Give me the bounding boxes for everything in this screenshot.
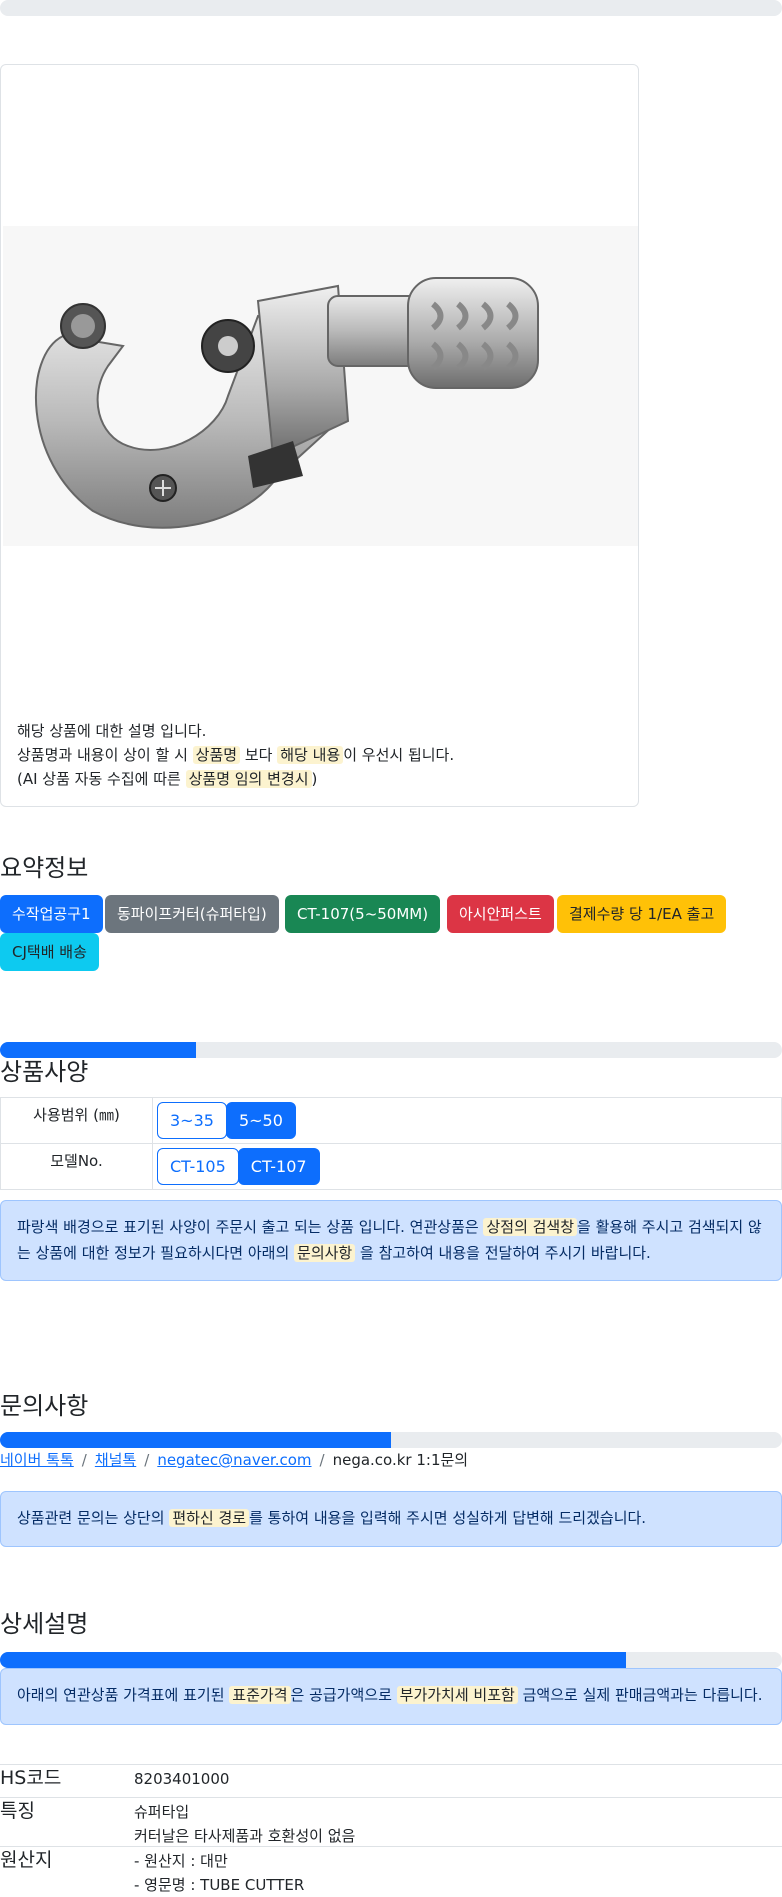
description-text: 이 우선시 됩니다.: [343, 746, 455, 764]
detail-value: 슈퍼타입 커터날은 타사제품과 호환성이 없음: [134, 1800, 355, 1848]
highlight-route: 편하신 경로: [169, 1509, 250, 1527]
description-text: 보다: [244, 746, 273, 764]
spec-label: 사용범위 (㎜): [0, 1097, 153, 1144]
notice-text: 아래의 연관상품 가격표에 표기된: [17, 1686, 225, 1704]
spec-label: 모델No.: [0, 1143, 153, 1190]
product-image: [3, 226, 638, 546]
spec-row-model: 모델No. CT-105 CT-107: [0, 1143, 782, 1190]
description-text: (AI 상품 자동 수집에 따른: [17, 770, 181, 788]
naver-talktalk-link[interactable]: 네이버 톡톡: [0, 1451, 74, 1469]
badge-model: CT-107(5~50MM): [285, 895, 441, 933]
separator: /: [81, 1451, 87, 1469]
channel-talk-link[interactable]: 채널톡: [95, 1451, 136, 1469]
inquiry-progress-fill: [0, 1432, 391, 1448]
description-line-3: (AI 상품 자동 수집에 따른 상품명 임의 변경시): [17, 767, 454, 791]
description-line-1: 해당 상품에 대한 설명 입니다.: [17, 722, 207, 740]
option-3-35[interactable]: 3~35: [157, 1102, 227, 1139]
spec-options: 3~35 5~50: [152, 1097, 782, 1144]
product-description: 해당 상품에 대한 설명 입니다. 상품명과 내용이 상이 할 시 상품명 보다…: [17, 719, 454, 791]
inquiry-title: 문의사항: [0, 1392, 89, 1420]
detail-value-line: 슈퍼타입: [134, 1803, 190, 1821]
top-progress-bar: [0, 0, 782, 16]
inquiry-notice: 상품관련 문의는 상단의 편하신 경로 를 통하여 내용을 입력해 주시면 성실하…: [0, 1491, 782, 1547]
spec-progress-bar: [0, 1042, 782, 1058]
detail-value: 8203401000: [134, 1767, 229, 1791]
detail-row-feature: 특징 슈퍼타입 커터날은 타사제품과 호환성이 없음: [0, 1797, 782, 1850]
highlight-standard-price: 표준가격: [229, 1686, 291, 1704]
spec-notice: 파랑색 배경으로 표기된 사양이 주문시 출고 되는 상품 입니다. 연관상품은…: [0, 1200, 782, 1281]
spec-options: CT-105 CT-107: [152, 1143, 782, 1190]
detail-value-line: - 영문명 : TUBE CUTTER: [134, 1876, 305, 1894]
detail-key: 특징: [0, 1800, 35, 1822]
detail-value-line: 커터날은 타사제품과 호환성이 없음: [134, 1827, 356, 1845]
notice-text: 금액으로 실제 판매금액과는 다릅니다.: [522, 1686, 763, 1704]
email-link[interactable]: negatec@naver.com: [157, 1451, 311, 1469]
description-line-2: 상품명과 내용이 상이 할 시 상품명 보다 해당 내용 이 우선시 됩니다.: [17, 743, 454, 767]
notice-text: 를 통하여 내용을 입력해 주시면 성실하게 답변해 드리겠습니다.: [249, 1509, 647, 1527]
detail-progress-fill: [0, 1652, 626, 1668]
description-text: ): [311, 770, 318, 788]
summary-title: 요약정보: [0, 854, 89, 882]
detail-key: 원산지: [0, 1849, 53, 1871]
badge-product-type: 동파이프커터(슈퍼타입): [105, 895, 279, 933]
site-inquiry-text: nega.co.kr 1:1문의: [332, 1451, 469, 1469]
badge-quantity: 결제수량 당 1/EA 출고: [557, 895, 727, 933]
spec-table: 사용범위 (㎜) 3~35 5~50 모델No. CT-105 CT-107: [0, 1097, 782, 1190]
detail-key: HS코드: [0, 1767, 62, 1789]
option-ct-105[interactable]: CT-105: [157, 1148, 239, 1185]
notice-text: 을 참고하여 내용을 전달하여 주시기 바랍니다.: [360, 1244, 651, 1262]
detail-row-hscode: HS코드 8203401000: [0, 1764, 782, 1801]
inquiry-links: 네이버 톡톡 / 채널톡 / negatec@naver.com / nega.co.kr …: [0, 1450, 468, 1470]
spec-row-range: 사용범위 (㎜) 3~35 5~50: [0, 1097, 782, 1144]
detail-value: - 원산지 : 대만 - 영문명 : TUBE CUTTER: [134, 1849, 304, 1897]
separator: /: [319, 1451, 325, 1469]
badge-shipping: CJ택배 배송: [0, 933, 99, 971]
detail-value-line: 8203401000: [134, 1770, 230, 1788]
detail-notice: 아래의 연관상품 가격표에 표기된 표준가격 은 공급가액으로 부가가치세 비포함…: [0, 1668, 782, 1725]
detail-value-line: - 원산지 : 대만: [134, 1852, 228, 1870]
tube-cutter-image: [34, 277, 539, 529]
badge-seller: 아시안퍼스트: [447, 895, 554, 933]
notice-text: 은 공급가액으로: [290, 1686, 392, 1704]
highlight-product-name: 상품명: [192, 746, 241, 764]
option-5-50[interactable]: 5~50: [225, 1102, 296, 1139]
highlight-search-box: 상점의 검색창: [483, 1218, 578, 1236]
separator: /: [144, 1451, 150, 1469]
detail-title: 상세설명: [0, 1610, 89, 1638]
spec-title: 상품사양: [0, 1058, 89, 1086]
inquiry-progress-bar: [0, 1432, 782, 1448]
product-card: 해당 상품에 대한 설명 입니다. 상품명과 내용이 상이 할 시 상품명 보다…: [0, 64, 639, 807]
highlight-rename: 상품명 임의 변경시: [185, 770, 312, 788]
notice-text: 파랑색 배경으로 표기된 사양이 주문시 출고 되는 상품 입니다. 연관상품은: [17, 1218, 479, 1236]
badge-category: 수작업공구1: [0, 895, 103, 933]
highlight-inquiry: 문의사항: [294, 1244, 356, 1262]
description-text: 상품명과 내용이 상이 할 시: [17, 746, 188, 764]
notice-text: 상품관련 문의는 상단의: [17, 1509, 165, 1527]
highlight-vat-excluded: 부가가치세 비포함: [396, 1686, 518, 1704]
highlight-content: 해당 내용: [277, 746, 344, 764]
detail-progress-bar: [0, 1652, 782, 1668]
option-ct-107[interactable]: CT-107: [237, 1148, 320, 1185]
detail-row-origin: 원산지 - 원산지 : 대만 - 영문명 : TUBE CUTTER: [0, 1846, 782, 1896]
